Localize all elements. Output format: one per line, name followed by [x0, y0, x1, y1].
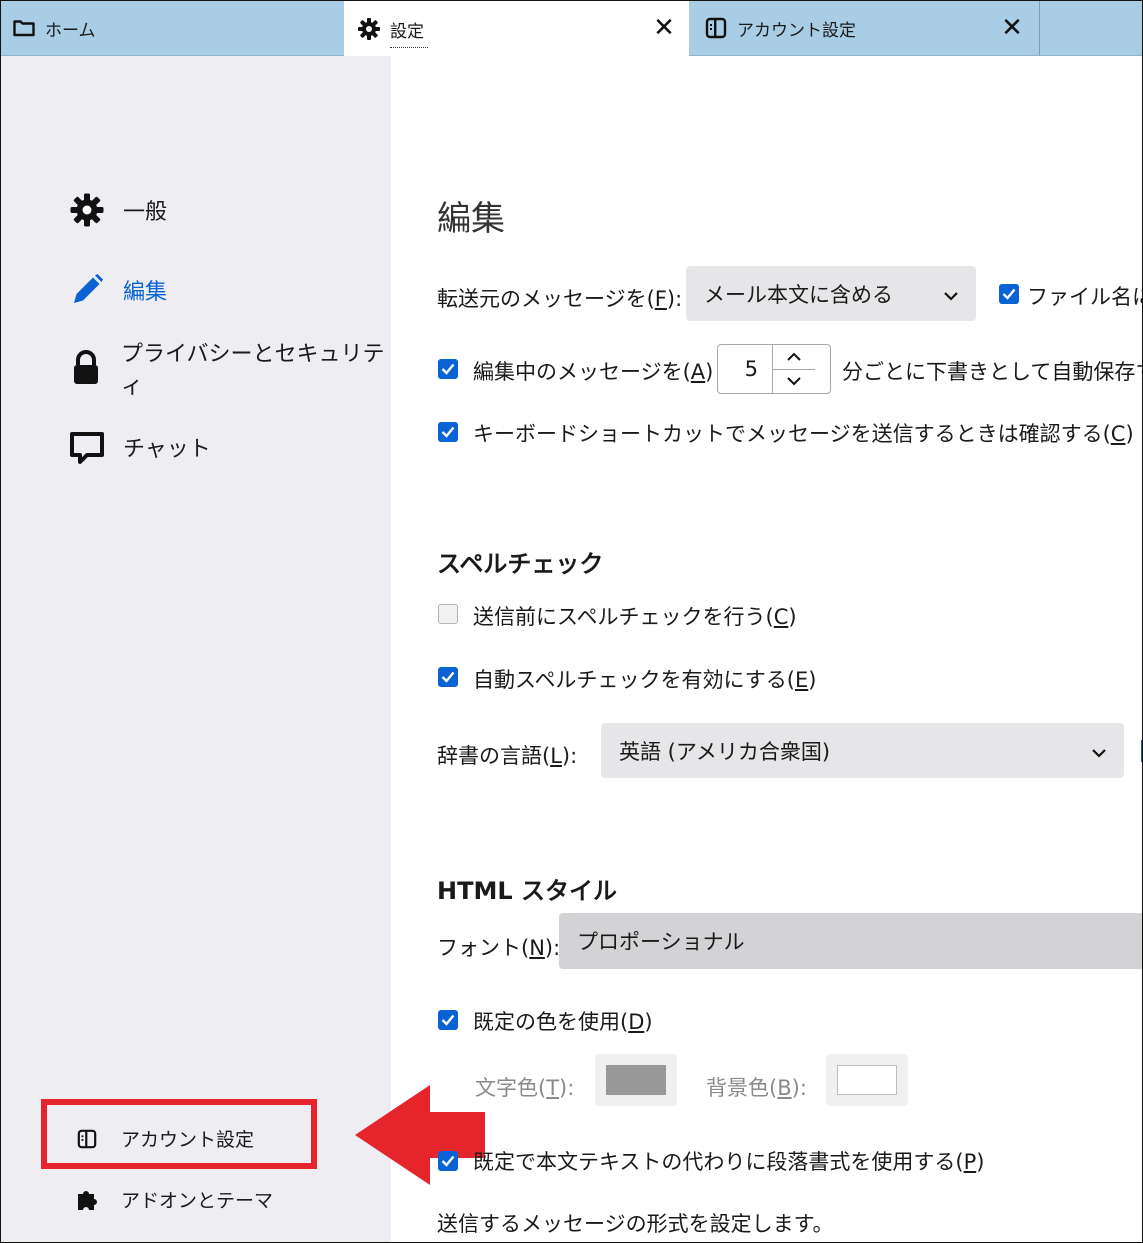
auto-spell-label: 自動スペルチェックを有効にする(E) — [473, 668, 817, 692]
bg-color-picker[interactable] — [826, 1054, 908, 1106]
filename-checkbox[interactable] — [999, 284, 1019, 304]
spell-before-send-checkbox[interactable] — [438, 604, 458, 624]
font-label: フォント(N): — [437, 936, 561, 960]
highlight-box — [41, 1099, 317, 1169]
autosave-minutes-value[interactable]: 5 — [718, 357, 772, 381]
lock-icon — [67, 348, 105, 388]
filename-label: ファイル名に — [1027, 285, 1143, 309]
forward-label: 転送元のメッセージを(F): — [437, 287, 683, 311]
close-icon[interactable]: ✕ — [651, 15, 677, 41]
gear-icon — [356, 16, 382, 42]
sidebar-item-chat[interactable]: チャット — [67, 425, 211, 469]
spellcheck-heading: スペルチェック — [437, 550, 604, 578]
tab-settings[interactable]: 設定 ✕ — [344, 1, 689, 57]
autosave-checkbox[interactable] — [438, 359, 458, 379]
chevron-down-icon — [944, 282, 958, 306]
auto-spell-checkbox[interactable] — [438, 667, 458, 687]
autosave-suffix: 分ごとに下書きとして自動保存する — [842, 360, 1142, 384]
paragraph-checkbox[interactable] — [438, 1151, 458, 1171]
folder-icon — [11, 15, 37, 41]
sidebar-item-general[interactable]: 一般 — [67, 188, 167, 232]
sidebar-item-label: プライバシーとセキュリティ — [121, 342, 385, 399]
text-color-picker[interactable] — [595, 1054, 677, 1106]
close-icon[interactable]: ✕ — [999, 15, 1025, 41]
tab-bar: ホーム 設定 ✕ アカウント設定 ✕ — [1, 1, 1142, 57]
dictionary-select-value: 英語 (アメリカ合衆国) — [619, 739, 831, 764]
confirm-shortcut-label: キーボードショートカットでメッセージを送信するときは確認する(C) — [473, 422, 1134, 446]
text-color-swatch — [606, 1065, 666, 1095]
tab-settings-label: 設定 — [390, 17, 428, 48]
page-title: 編集 — [437, 199, 505, 239]
sidebar-item-label: チャット — [123, 437, 211, 462]
sidebar-addons[interactable]: アドオンとテーマ — [75, 1186, 273, 1213]
sidebar-item-label: 一般 — [123, 200, 168, 225]
forward-select[interactable]: メール本文に含める — [686, 266, 976, 321]
bg-color-swatch — [837, 1065, 897, 1095]
autosave-minutes-stepper[interactable]: 5 — [717, 344, 831, 394]
gear-icon — [67, 190, 107, 230]
stepper-down-icon[interactable] — [773, 370, 815, 394]
stepper-up-icon[interactable] — [773, 345, 815, 370]
default-colors-checkbox[interactable] — [438, 1010, 458, 1030]
autosave-label: 編集中のメッセージを(A) — [473, 360, 714, 384]
tab-home-label: ホーム — [45, 20, 96, 41]
chat-icon — [67, 427, 107, 467]
text-color-label: 文字色(T): — [475, 1076, 575, 1100]
sidebar-item-privacy[interactable]: プライバシーとセキュリティ — [67, 342, 391, 399]
pencil-icon — [67, 270, 107, 310]
tab-account-settings[interactable]: アカウント設定 ✕ — [691, 1, 1040, 55]
main-panel: 編集 転送元のメッセージを(F): メール本文に含める ファイル名に 編集中のメ… — [391, 56, 1143, 1242]
spell-before-send-label: 送信前にスペルチェックを行う(C) — [473, 605, 797, 629]
bg-color-label: 背景色(B): — [706, 1076, 807, 1100]
font-select[interactable]: プロポーショナル — [559, 913, 1142, 969]
font-select-value: プロポーショナル — [577, 930, 745, 954]
sidebar-item-editing[interactable]: 編集 — [67, 268, 167, 312]
format-note: 送信するメッセージの形式を設定します。 — [437, 1212, 834, 1236]
dictionary-select[interactable]: 英語 (アメリカ合衆国) — [601, 723, 1124, 778]
chevron-down-icon — [1092, 739, 1106, 763]
puzzle-icon — [75, 1188, 99, 1212]
sidebar-item-label: 編集 — [123, 280, 168, 305]
forward-select-value: メール本文に含める — [704, 282, 893, 307]
tab-account-label: アカウント設定 — [737, 20, 856, 41]
account-book-icon — [703, 15, 729, 41]
sidebar: 一般 編集 プライバシーとセキュリティ チャット アカウント設定 アドオンとテー… — [1, 56, 391, 1242]
window: ホーム 設定 ✕ アカウント設定 ✕ 一般 編集 プライバシーとセキュリティ チ… — [0, 0, 1143, 1243]
sidebar-addons-label: アドオンとテーマ — [121, 1190, 274, 1212]
html-style-heading: HTML スタイル — [437, 877, 617, 905]
tab-home[interactable]: ホーム — [11, 1, 96, 55]
confirm-shortcut-checkbox[interactable] — [438, 422, 458, 442]
paragraph-label: 既定で本文テキストの代わりに段落書式を使用する(P) — [473, 1150, 985, 1174]
default-colors-label: 既定の色を使用(D) — [473, 1010, 653, 1034]
dictionary-label: 辞書の言語(L): — [437, 744, 578, 768]
